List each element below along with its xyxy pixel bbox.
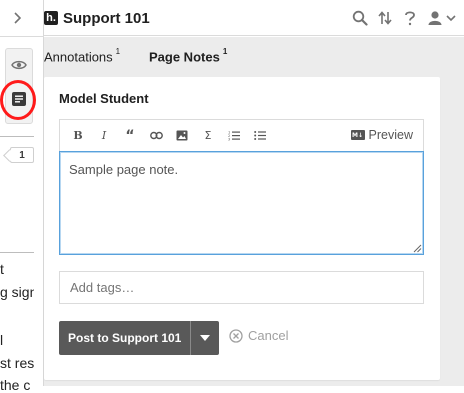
tab-page-notes[interactable]: Page Notes 1 — [149, 47, 228, 65]
sidebar: Annotations 1 Page Notes 1 Model Student B… — [44, 37, 464, 386]
chevron-right-icon — [14, 12, 21, 24]
show-highlights-button[interactable] — [9, 55, 29, 75]
help-icon — [405, 11, 415, 26]
annotation-count-bucket[interactable]: 1 — [10, 147, 34, 163]
host-text-line: st resp — [0, 355, 34, 371]
eye-icon — [11, 60, 27, 70]
search-button[interactable] — [351, 9, 369, 27]
italic-button[interactable]: I — [96, 128, 112, 144]
host-divider — [0, 136, 34, 137]
cancel-button[interactable]: Cancel — [229, 328, 288, 343]
bulleted-list-button[interactable] — [252, 128, 268, 144]
sort-button[interactable] — [376, 9, 394, 27]
link-button[interactable] — [148, 128, 164, 144]
tab-count: 1 — [222, 47, 228, 56]
preview-toggle[interactable]: M↓ Preview — [350, 128, 413, 142]
bold-button[interactable]: B — [70, 128, 86, 144]
cancel-label: Cancel — [248, 328, 289, 343]
post-button-group: Post to Support 101 — [59, 321, 220, 355]
hypothesis-logo[interactable]: h. — [44, 11, 58, 25]
link-icon — [149, 131, 163, 140]
numbered-list-icon: 1 2 3 — [228, 131, 240, 142]
author-name[interactable]: Model Student — [59, 91, 149, 106]
tab-label: Page Notes — [149, 49, 220, 65]
bucket-count: 1 — [19, 149, 25, 161]
top-bar: h. Support 101 — [44, 0, 464, 36]
user-icon — [428, 11, 441, 25]
help-button[interactable] — [401, 9, 419, 27]
sort-icon — [378, 11, 392, 25]
quote-button[interactable]: “ — [122, 128, 138, 144]
note-text-input[interactable]: Sample page note. — [59, 151, 424, 255]
tab-label: Annotations — [44, 49, 113, 65]
preview-label: Preview — [368, 128, 413, 142]
post-options-button[interactable] — [191, 321, 220, 355]
top-bar-actions — [351, 9, 456, 27]
host-divider — [0, 36, 44, 37]
svg-text:3: 3 — [228, 138, 230, 142]
numbered-list-button[interactable]: 1 2 3 — [226, 128, 242, 144]
cancel-icon — [229, 328, 243, 343]
host-divider — [0, 252, 34, 253]
bulleted-list-icon — [254, 131, 266, 140]
math-button[interactable]: Σ — [200, 128, 216, 144]
chevron-down-icon — [445, 15, 456, 22]
image-icon — [176, 130, 188, 141]
image-button[interactable] — [174, 128, 190, 144]
markdown-icon: M↓ — [350, 130, 365, 140]
tab-count: 1 — [115, 47, 121, 56]
highlight-ring — [0, 80, 36, 120]
host-text-line: t — [0, 261, 4, 277]
search-icon — [352, 10, 368, 26]
tab-annotations[interactable]: Annotations 1 — [44, 47, 121, 65]
host-text-line: the c — [0, 377, 31, 393]
tags-input[interactable] — [59, 271, 424, 304]
user-menu-button[interactable] — [426, 9, 456, 27]
host-page-strip: 1 t g signa l st resp the c — [0, 0, 44, 393]
host-text-line: g signa — [0, 284, 34, 300]
resize-handle-icon[interactable] — [413, 244, 422, 253]
markdown-toolbar: B I “ Σ 1 2 3 M↓ Preview — [59, 119, 424, 151]
group-name[interactable]: Support 101 — [63, 10, 150, 27]
post-button[interactable]: Post to Support 101 — [59, 321, 191, 355]
page-note-card: Model Student B I “ Σ 1 2 3 M↓ Preview S… — [44, 77, 440, 380]
caret-down-icon — [200, 335, 211, 341]
host-text-line: l — [0, 332, 4, 348]
collapse-sidebar-button[interactable] — [8, 9, 26, 27]
